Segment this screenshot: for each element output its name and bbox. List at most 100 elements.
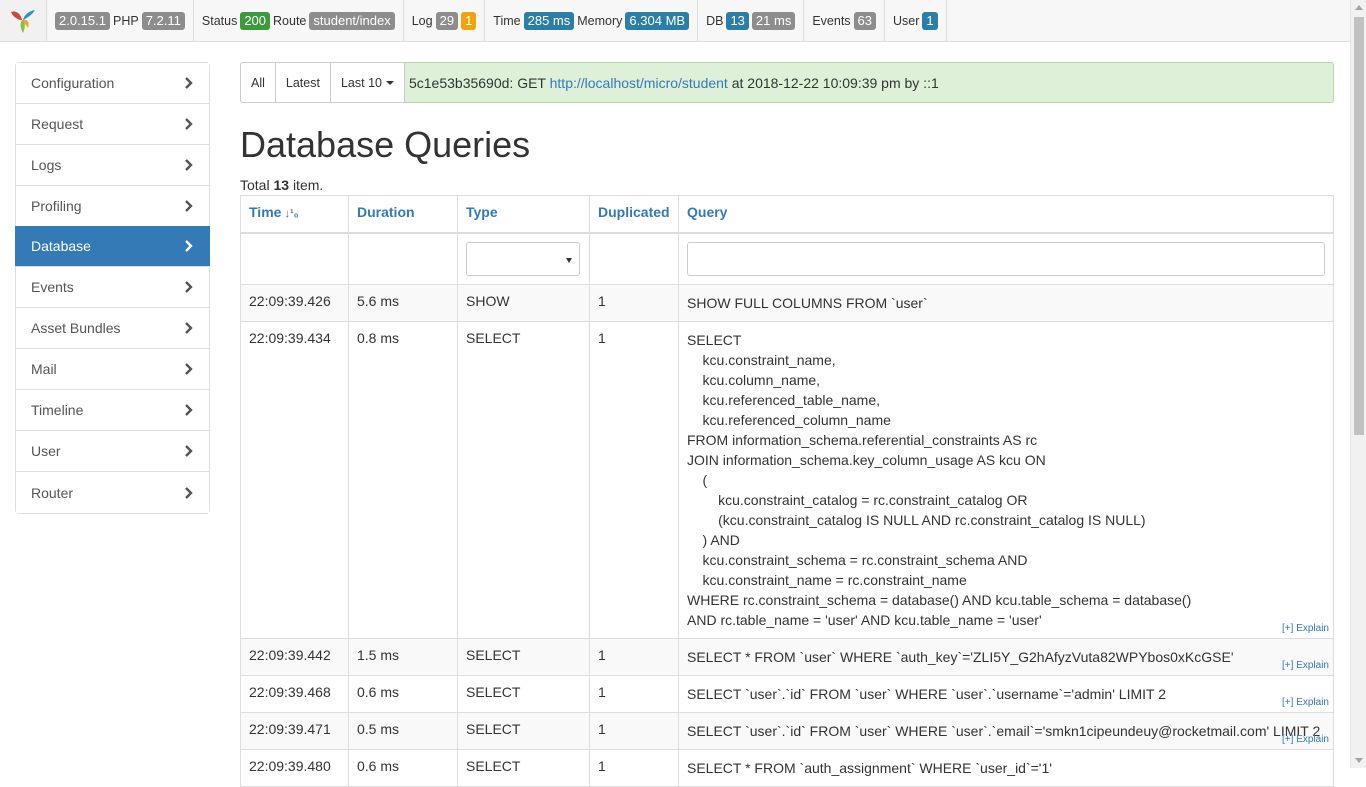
row-duration: 0.8 ms [348, 321, 458, 639]
chevron-right-icon [185, 77, 193, 89]
query-line: kcu.constraint_catalog = rc.constraint_c… [687, 492, 1028, 508]
route-label: Route [273, 13, 307, 28]
events-count-badge: 63 [853, 11, 877, 30]
explain-link[interactable]: [+] Explain [1282, 660, 1329, 671]
column-header-time[interactable]: Time ↓¹₀ [240, 195, 349, 234]
row-duplicated: 1 [589, 749, 679, 787]
chevron-right-icon [185, 118, 193, 130]
sidebar-item-label: Profiling [31, 198, 82, 214]
row-query: SELECT kcu.constraint_name, kcu.column_n… [678, 321, 1334, 639]
sidebar-item-label: Events [31, 279, 74, 295]
row-duplicated: 1 [589, 638, 679, 676]
time-badge: 285 ms [523, 11, 575, 30]
sidebar-item-label: Mail [31, 361, 57, 377]
all-button[interactable]: All [240, 62, 276, 103]
toolbar-events-block[interactable]: Events 63 [804, 0, 886, 41]
filter-cell-duration [348, 232, 458, 285]
toolbar-request-block[interactable]: Status 200 Route student/index [194, 0, 404, 41]
latest-button[interactable]: Latest [274, 62, 331, 103]
page-title: Database Queries [240, 124, 531, 165]
table-row: 22:09:39.442 1.5 ms SELECT 1 SELECT * FR… [240, 638, 1334, 676]
sidebar-item-profiling[interactable]: Profiling [16, 186, 209, 227]
filter-cell-type [457, 232, 590, 285]
toolbar-log-block[interactable]: Log 29 1 [404, 0, 486, 41]
row-duplicated: 1 [589, 284, 679, 322]
toolbar-db-block[interactable]: DB 13 21 ms [698, 0, 805, 41]
route-badge: student/index [309, 11, 395, 30]
query-line: JOIN information_schema.key_column_usage… [687, 452, 1046, 468]
sidebar-item-label: Request [31, 116, 84, 132]
filter-cell-duplicated [589, 232, 679, 285]
sidebar-item-label: Timeline [31, 402, 84, 418]
column-header-duplicated[interactable]: Duplicated [589, 195, 679, 234]
toolbar-profiling-block[interactable]: Time 285 ms Memory 6.304 MB [485, 0, 699, 41]
scroll-thumb[interactable] [1354, 17, 1364, 435]
query-line: kcu.constraint_name = rc.constraint_name [687, 572, 967, 588]
request-url-link[interactable]: http://localhost/micro/student [550, 75, 728, 91]
sidebar-item-label: Database [31, 238, 91, 254]
chevron-right-icon [185, 159, 193, 171]
sidebar-item-label: Logs [31, 157, 62, 173]
yii-version-badge: 2.0.15.1 [55, 11, 110, 30]
caret-down-icon [385, 80, 394, 85]
query-line: ( [687, 472, 708, 488]
query-line: FROM information_schema.referential_cons… [687, 432, 1038, 448]
table-header-row: Time ↓¹₀ Duration Type Duplicated Query [240, 195, 1334, 234]
request-summary: All Latest Last 10 5c1e53b35690d: GET ht… [240, 62, 1334, 103]
events-label: Events [812, 13, 851, 28]
scroll-up-arrow-icon[interactable] [1355, 5, 1363, 10]
toolbar-user-block[interactable]: User 1 [885, 0, 947, 41]
yii-logo[interactable] [0, 0, 47, 41]
db-label: DB [706, 13, 724, 28]
sidebar-item-timeline[interactable]: Timeline [16, 390, 209, 431]
sidebar-item-user[interactable]: User [16, 431, 209, 472]
total-summary: Total 13 item. [240, 175, 1334, 195]
query-line: kcu.referenced_column_name [687, 412, 891, 428]
log-label: Log [411, 13, 433, 28]
row-type: SELECT [457, 638, 590, 676]
row-type: SELECT [457, 712, 590, 750]
chevron-right-icon [185, 322, 193, 334]
vertical-scrollbar[interactable] [1350, 0, 1366, 768]
row-duration: 0.6 ms [348, 749, 458, 787]
debug-toolbar: 2.0.15.1 PHP 7.2.11 Status 200 Route stu… [0, 0, 1350, 42]
chevron-right-icon [185, 363, 193, 375]
sidebar-item-logs[interactable]: Logs [16, 145, 209, 186]
sidebar-item-mail[interactable]: Mail [16, 349, 209, 390]
query-filter-input[interactable] [687, 241, 1325, 276]
column-header-query[interactable]: Query [678, 195, 1334, 234]
yii-logo-icon [11, 9, 35, 33]
sidebar-item-asset-bundles[interactable]: Asset Bundles [16, 308, 209, 349]
query-line: SELECT `user`.`id` FROM `user` WHERE `us… [687, 686, 1166, 702]
row-duration: 1.5 ms [348, 638, 458, 676]
row-query: SELECT * FROM `auth_assignment` WHERE `u… [678, 749, 1334, 787]
type-filter-select[interactable] [466, 241, 580, 276]
explain-link[interactable]: [+] Explain [1282, 697, 1329, 708]
db-count-badge: 13 [726, 11, 749, 30]
row-duration: 0.6 ms [348, 675, 458, 713]
query-line: SELECT `user`.`id` FROM `user` WHERE `us… [687, 723, 1321, 739]
sidebar-item-router[interactable]: Router [16, 472, 209, 513]
log-warning-badge: 1 [461, 11, 477, 30]
sidebar-item-label: Asset Bundles [31, 320, 121, 336]
explain-link[interactable]: [+] Explain [1282, 623, 1329, 634]
query-line: kcu.constraint_name, [687, 352, 836, 368]
sidebar-item-events[interactable]: Events [16, 267, 209, 308]
query-line: (kcu.constraint_catalog IS NULL AND rc.c… [687, 512, 1146, 528]
explain-link[interactable]: [+] Explain [1282, 734, 1329, 745]
query-line: AND rc.table_name = 'user' AND kcu.table… [687, 612, 1042, 628]
column-header-type[interactable]: Type [457, 195, 590, 234]
request-summary-text: 5c1e53b35690d: GET http://localhost/micr… [409, 75, 939, 91]
last-10-dropdown[interactable]: Last 10 [329, 62, 405, 103]
user-count-badge: 1 [922, 11, 938, 30]
chevron-right-icon [185, 281, 193, 293]
sidebar-item-request[interactable]: Request [16, 104, 209, 145]
sidebar-item-database[interactable]: Database [15, 226, 210, 267]
memory-label: Memory [577, 13, 623, 28]
toolbar-version-block[interactable]: 2.0.15.1 PHP 7.2.11 [47, 0, 194, 41]
scroll-down-arrow-icon[interactable] [1355, 758, 1363, 763]
total-count: 13 [273, 177, 290, 193]
column-header-duration[interactable]: Duration [348, 195, 458, 234]
sidebar-item-configuration[interactable]: Configuration [16, 63, 209, 104]
chevron-right-icon [185, 445, 193, 457]
